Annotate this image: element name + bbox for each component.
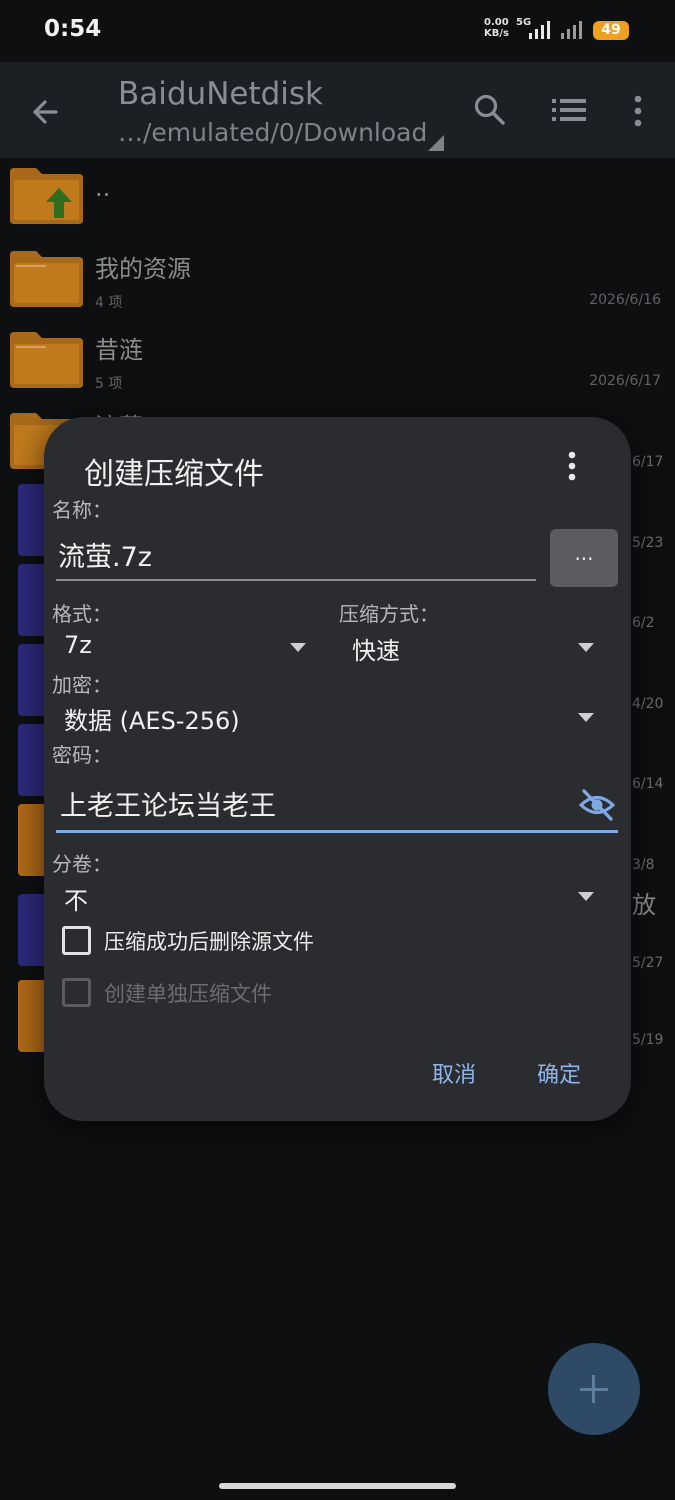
file-date-partial: 6/17 [632,454,664,470]
current-path[interactable]: …/emulated/0/Download [118,118,427,147]
file-date: 2026/6/17 [589,373,661,389]
list-item[interactable]: 我的资源 4 项 2026/6/16 [0,239,675,320]
file-name: .. [95,174,111,202]
path-dropdown-icon[interactable] [428,135,444,151]
battery-icon: 49 [593,21,629,40]
file-meta: 5 项 [95,376,123,392]
folder-icon [10,332,83,388]
search-icon[interactable] [472,92,508,128]
separate-archive-checkbox [62,978,91,1007]
file-meta: 4 项 [95,295,123,311]
signal-secondary-icon [561,21,582,39]
plus-icon-vertical [592,1375,595,1403]
net-speed-value: 0.00 [484,17,509,28]
method-label: 压缩方式： [339,602,439,626]
add-fab-button[interactable] [548,1343,640,1435]
format-dropdown-icon[interactable] [290,643,306,652]
confirm-button[interactable]: 确定 [537,1057,581,1089]
app-title: BaiduNetdisk [118,76,324,112]
net-speed-unit: KB/s [484,28,509,39]
method-select[interactable]: 快速 [352,631,400,666]
password-field[interactable]: 上老王论坛当老王 [56,783,618,833]
folder-icon [10,251,83,307]
status-time: 0:54 [44,16,102,42]
delete-source-checkbox[interactable] [62,926,91,955]
password-label: 密码： [52,743,112,767]
file-date-partial: 6/14 [632,776,664,792]
gesture-nav-bar[interactable] [219,1483,456,1489]
file-name: 昔涟 [95,336,143,364]
visibility-off-icon[interactable] [578,787,616,823]
file-name-partial: 放 [632,891,656,919]
more-vert-icon[interactable] [630,94,646,128]
dialog-title: 创建压缩文件 [84,457,264,492]
file-date-partial: 3/8 [632,857,655,873]
create-archive-dialog: 创建压缩文件 名称： 流萤.7z ... 格式： 压缩方式： 7z 快速 加密：… [44,417,631,1121]
view-list-icon[interactable] [552,96,588,124]
status-bar: 0:54 0.00 KB/s 5G 49 [0,0,675,62]
file-date: 2026/6/16 [589,292,661,308]
parent-folder-icon [10,168,83,224]
encryption-select[interactable]: 数据 (AES-256) [64,701,240,736]
format-select[interactable]: 7z [64,631,92,659]
volume-select[interactable]: 不 [64,881,88,916]
app-bar: BaiduNetdisk …/emulated/0/Download [0,62,675,158]
net-speed: 0.00 KB/s [484,17,509,39]
list-item-parent[interactable]: .. [0,158,675,239]
signal-icon [529,21,550,39]
volume-label: 分卷： [52,852,112,876]
file-date-partial: 6/2 [632,615,655,631]
method-dropdown-icon[interactable] [578,643,594,652]
name-label: 名称： [52,498,112,522]
encryption-label: 加密： [52,673,112,697]
file-date-partial: 5/23 [632,535,664,551]
back-arrow-icon[interactable] [26,92,66,132]
format-label: 格式： [52,602,112,626]
encryption-dropdown-icon[interactable] [578,713,594,722]
cancel-button[interactable]: 取消 [432,1057,476,1089]
archive-name-field[interactable]: 流萤.7z [56,535,536,581]
file-date-partial: 5/27 [632,955,664,971]
file-date-partial: 4/20 [632,696,664,712]
browse-button[interactable]: ... [550,529,618,587]
dialog-more-vert-icon[interactable] [566,451,578,483]
delete-source-label[interactable]: 压缩成功后删除源文件 [104,926,314,956]
volume-dropdown-icon[interactable] [578,892,594,901]
list-item[interactable]: 昔涟 5 项 2026/6/17 [0,320,675,401]
separate-archive-label: 创建单独压缩文件 [104,982,272,1006]
file-date-partial: 5/19 [632,1032,664,1048]
file-name: 我的资源 [95,255,191,283]
